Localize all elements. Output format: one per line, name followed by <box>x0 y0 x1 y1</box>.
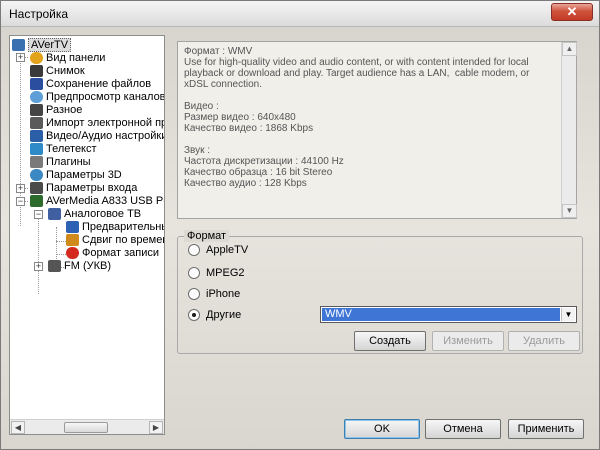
expand-parametry-vhoda[interactable]: + <box>16 184 25 193</box>
settings-tree[interactable]: + + − − + AVerTV Вид панели Снимок Сохра… <box>9 35 165 435</box>
format-select-value: WMV <box>322 308 560 321</box>
edit-button[interactable]: Изменить <box>432 331 504 351</box>
tree-item-avermedia[interactable]: AVerMedia A833 USB Pure. <box>30 194 164 208</box>
format-group: Формат AppleTV MPEG2 iPhone Другие WMV ▼… <box>177 230 583 354</box>
scroll-thumb[interactable] <box>64 422 108 433</box>
tree-item-video-audio[interactable]: Видео/Аудио настройки <box>30 129 164 143</box>
input-icon <box>30 182 43 194</box>
scroll-up-button[interactable]: ▲ <box>562 42 577 56</box>
camera-icon <box>30 65 43 77</box>
expand-vid-paneli[interactable]: + <box>16 53 25 62</box>
scroll-down-button[interactable]: ▼ <box>562 204 577 218</box>
collapse-analog-tv[interactable]: − <box>34 210 43 219</box>
tree-item-plaginy[interactable]: Плагины <box>30 155 91 169</box>
tree-item-import[interactable]: Импорт электронной прог <box>30 116 164 130</box>
checklist-icon <box>66 221 79 233</box>
tree-item-predvaritelny[interactable]: Предварительный <box>66 220 164 234</box>
record-icon <box>66 247 79 259</box>
tree-item-format-zapisi[interactable]: Формат записи <box>66 246 159 260</box>
scroll-right-button[interactable]: ▶ <box>149 421 163 434</box>
tree-item-sohranenie[interactable]: Сохранение файлов <box>30 77 151 91</box>
palette-icon <box>30 52 43 64</box>
avertv-icon <box>12 39 25 51</box>
pencil-icon <box>30 104 43 116</box>
tree-item-teletekst[interactable]: Телетекст <box>30 142 97 156</box>
info-vscrollbar[interactable]: ▲ ▼ <box>561 42 577 218</box>
eye-icon <box>30 91 43 103</box>
radio-circle[interactable] <box>188 267 200 279</box>
tree-item-vid-paneli[interactable]: Вид панели <box>30 51 105 65</box>
import-icon <box>30 117 43 129</box>
tree-item-parametry-vhoda[interactable]: Параметры входа <box>30 181 137 195</box>
plugin-icon <box>30 156 43 168</box>
tree-item-analog-tv[interactable]: Аналоговое ТВ <box>48 207 141 221</box>
tv-icon <box>48 208 61 220</box>
tree-hscrollbar[interactable]: ◀ ▶ <box>10 419 164 434</box>
tools-icon <box>30 130 43 142</box>
chevron-down-icon[interactable]: ▼ <box>561 308 575 321</box>
radio-circle-selected[interactable] <box>188 309 200 321</box>
close-button[interactable]: ✕ <box>551 3 593 21</box>
create-button[interactable]: Создать <box>354 331 426 351</box>
delete-button[interactable]: Удалить <box>508 331 580 351</box>
tree-item-raznoe[interactable]: Разное <box>30 103 82 117</box>
tree-item-snimok[interactable]: Снимок <box>30 64 85 78</box>
radio-icon <box>48 260 61 272</box>
format-info-text: Формат : WMV Use for high-quality video … <box>184 46 530 189</box>
cancel-button[interactable]: Отмена <box>425 419 501 439</box>
format-group-title: Формат <box>184 230 230 242</box>
radio-circle[interactable] <box>188 244 200 256</box>
timeshift-icon <box>66 234 79 246</box>
title-bar: Настройка ✕ <box>1 1 599 27</box>
device-icon <box>30 195 43 207</box>
radio-circle[interactable] <box>188 288 200 300</box>
format-select[interactable]: WMV ▼ <box>320 306 577 323</box>
radio-iphone[interactable]: iPhone <box>188 287 240 301</box>
tree-item-predprosmotr[interactable]: Предпросмотр каналов <box>30 90 164 104</box>
settings-window: Настройка ✕ + + − − + AVerTV Вид панели … <box>0 0 600 450</box>
ok-button[interactable]: OK <box>344 419 420 439</box>
tree-item-parametry-3d[interactable]: Параметры 3D <box>30 168 122 182</box>
expand-fm[interactable]: + <box>34 262 43 271</box>
teletext-icon <box>30 143 43 155</box>
tree-item-fm[interactable]: FM (УКВ) <box>48 259 111 273</box>
collapse-avermedia[interactable]: − <box>16 197 25 206</box>
apply-button[interactable]: Применить <box>508 419 584 439</box>
radio-other[interactable]: Другие <box>188 308 241 322</box>
window-title: Настройка <box>9 7 69 21</box>
format-info-box: Формат : WMV Use for high-quality video … <box>177 41 577 219</box>
radio-appletv[interactable]: AppleTV <box>188 243 248 257</box>
scroll-left-button[interactable]: ◀ <box>11 421 25 434</box>
floppy-icon <box>30 78 43 90</box>
tree-item-sdvig[interactable]: Сдвиг по времени <box>66 233 164 247</box>
radio-mpeg2[interactable]: MPEG2 <box>188 266 245 280</box>
tree-item-avertv[interactable]: AVerTV <box>12 38 72 52</box>
gear-3d-icon <box>30 169 43 181</box>
